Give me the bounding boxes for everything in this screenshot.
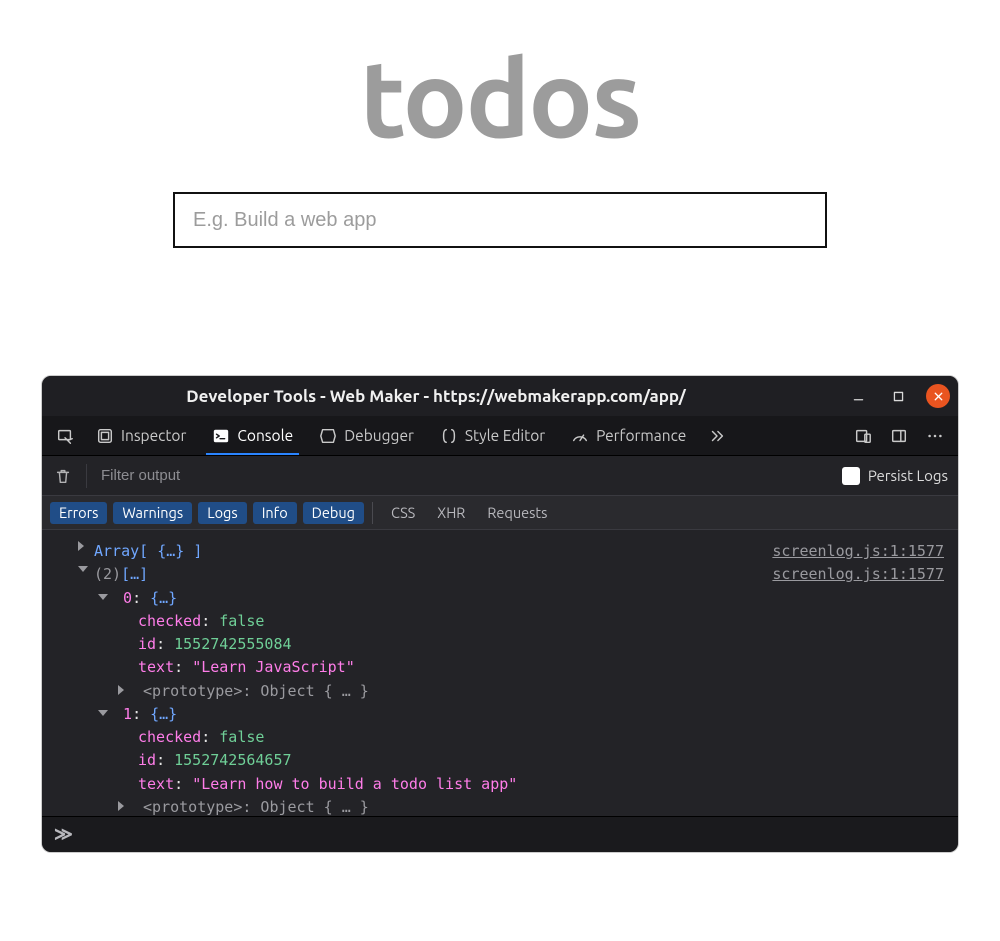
devtools-window: Developer Tools - Web Maker - https://we… bbox=[42, 376, 958, 852]
tab-label: Debugger bbox=[344, 427, 414, 444]
prop-value: "Learn JavaScript" bbox=[192, 658, 355, 676]
disclosure-triangle-icon[interactable] bbox=[78, 541, 90, 553]
prototype-label: <prototype>: Object { … } bbox=[143, 798, 369, 816]
property-row: id: 1552742564657 bbox=[78, 749, 944, 772]
log-row[interactable]: Array [ {…} ] screenlog.js:1:1577 bbox=[78, 540, 944, 563]
performance-icon bbox=[571, 427, 589, 445]
disclosure-triangle-icon[interactable] bbox=[78, 564, 90, 576]
property-row: text: "Learn JavaScript" bbox=[78, 656, 944, 679]
tab-console[interactable]: Console bbox=[200, 416, 305, 455]
console-output: Array [ {…} ] screenlog.js:1:1577 (2) […… bbox=[42, 530, 958, 816]
tab-label: Inspector bbox=[121, 427, 186, 444]
responsive-icon bbox=[854, 427, 872, 445]
more-icon bbox=[926, 427, 944, 445]
log-summary-body: […] bbox=[121, 563, 148, 586]
property-row: checked: false bbox=[78, 610, 944, 633]
log-row[interactable]: (2) […] screenlog.js:1:1577 bbox=[78, 563, 944, 586]
inspector-icon bbox=[96, 427, 114, 445]
kebab-menu-button[interactable] bbox=[918, 416, 952, 455]
dock-side-button[interactable] bbox=[882, 416, 916, 455]
prop-key: text bbox=[138, 658, 174, 676]
minimize-button[interactable] bbox=[846, 384, 870, 408]
disclosure-triangle-icon[interactable] bbox=[98, 708, 110, 720]
property-row: text: "Learn how to build a todo list ap… bbox=[78, 773, 944, 796]
pointer-icon bbox=[56, 427, 74, 445]
prop-value: 1552742555084 bbox=[174, 635, 291, 653]
tab-inspector[interactable]: Inspector bbox=[84, 416, 198, 455]
prop-key: id bbox=[138, 751, 156, 769]
console-input[interactable] bbox=[82, 825, 946, 845]
log-summary-body: [ {…} ] bbox=[139, 540, 202, 563]
todo-title: todos bbox=[360, 44, 641, 152]
object-entry[interactable]: 0: {…} bbox=[78, 587, 944, 610]
divider bbox=[372, 502, 373, 524]
tab-debugger[interactable]: Debugger bbox=[307, 416, 426, 455]
element-picker-button[interactable] bbox=[48, 416, 82, 455]
clear-console-button[interactable] bbox=[52, 467, 74, 485]
debugger-icon bbox=[319, 427, 337, 445]
prompt-chevron-icon: ≫ bbox=[54, 824, 70, 845]
todo-app: todos bbox=[0, 0, 1000, 248]
tab-style-editor[interactable]: Style Editor bbox=[428, 416, 557, 455]
prop-key: text bbox=[138, 775, 174, 793]
chip-warnings[interactable]: Warnings bbox=[113, 502, 192, 524]
checkbox-icon bbox=[842, 467, 860, 485]
object-entry[interactable]: 1: {…} bbox=[78, 703, 944, 726]
chip-errors[interactable]: Errors bbox=[50, 502, 107, 524]
persist-label: Persist Logs bbox=[868, 467, 948, 484]
window-titlebar: Developer Tools - Web Maker - https://we… bbox=[42, 376, 958, 416]
prop-key: checked bbox=[138, 728, 201, 746]
devtools-toolbar: Inspector Console Debugger Style Editor … bbox=[42, 416, 958, 456]
prop-value: false bbox=[219, 728, 264, 746]
new-todo-input[interactable] bbox=[173, 192, 827, 248]
prop-value: "Learn how to build a todo list app" bbox=[192, 775, 517, 793]
log-level-bar: Errors Warnings Logs Info Debug CSS XHR … bbox=[42, 496, 958, 530]
chip-debug[interactable]: Debug bbox=[303, 502, 364, 524]
log-source-link[interactable]: screenlog.js:1:1577 bbox=[772, 540, 944, 563]
log-summary-type: Array bbox=[94, 540, 139, 563]
prototype-row[interactable]: <prototype>: Object { … } bbox=[78, 680, 944, 703]
chip-logs[interactable]: Logs bbox=[198, 502, 247, 524]
disclosure-triangle-icon[interactable] bbox=[98, 592, 110, 604]
console-prompt: ≫ bbox=[42, 816, 958, 852]
close-button[interactable] bbox=[926, 384, 950, 408]
property-row: id: 1552742555084 bbox=[78, 633, 944, 656]
chip-info[interactable]: Info bbox=[253, 502, 297, 524]
prop-value: false bbox=[219, 612, 264, 630]
index-key: 1 bbox=[123, 705, 132, 723]
chip-requests[interactable]: Requests bbox=[479, 502, 555, 523]
prop-key: checked bbox=[138, 612, 201, 630]
console-filterbar: Persist Logs bbox=[42, 456, 958, 496]
divider bbox=[86, 464, 87, 488]
index-key: 0 bbox=[123, 589, 132, 607]
tab-label: Style Editor bbox=[465, 427, 545, 444]
prop-key: id bbox=[138, 635, 156, 653]
property-row: checked: false bbox=[78, 726, 944, 749]
overflow-tabs-button[interactable] bbox=[700, 416, 734, 455]
chip-css[interactable]: CSS bbox=[383, 502, 423, 523]
style-editor-icon bbox=[440, 427, 458, 445]
log-source-link[interactable]: screenlog.js:1:1577 bbox=[772, 563, 944, 586]
prototype-row[interactable]: <prototype>: Object { … } bbox=[78, 796, 944, 816]
window-title: Developer Tools - Web Maker - https://we… bbox=[42, 387, 830, 406]
prototype-label: <prototype>: Object { … } bbox=[143, 682, 369, 700]
tab-performance[interactable]: Performance bbox=[559, 416, 698, 455]
filter-input[interactable] bbox=[99, 466, 830, 485]
prop-value: 1552742564657 bbox=[174, 751, 291, 769]
log-summary-count: (2) bbox=[94, 563, 121, 586]
disclosure-triangle-icon[interactable] bbox=[118, 801, 130, 813]
disclosure-triangle-icon[interactable] bbox=[118, 685, 130, 697]
chevron-double-right-icon bbox=[708, 427, 726, 445]
maximize-button[interactable] bbox=[886, 384, 910, 408]
tab-label: Performance bbox=[596, 427, 686, 444]
console-icon bbox=[212, 427, 230, 445]
persist-logs-toggle[interactable]: Persist Logs bbox=[842, 467, 948, 485]
chip-xhr[interactable]: XHR bbox=[429, 502, 473, 523]
tab-label: Console bbox=[237, 427, 293, 444]
dock-side-icon bbox=[890, 427, 908, 445]
responsive-mode-button[interactable] bbox=[846, 416, 880, 455]
